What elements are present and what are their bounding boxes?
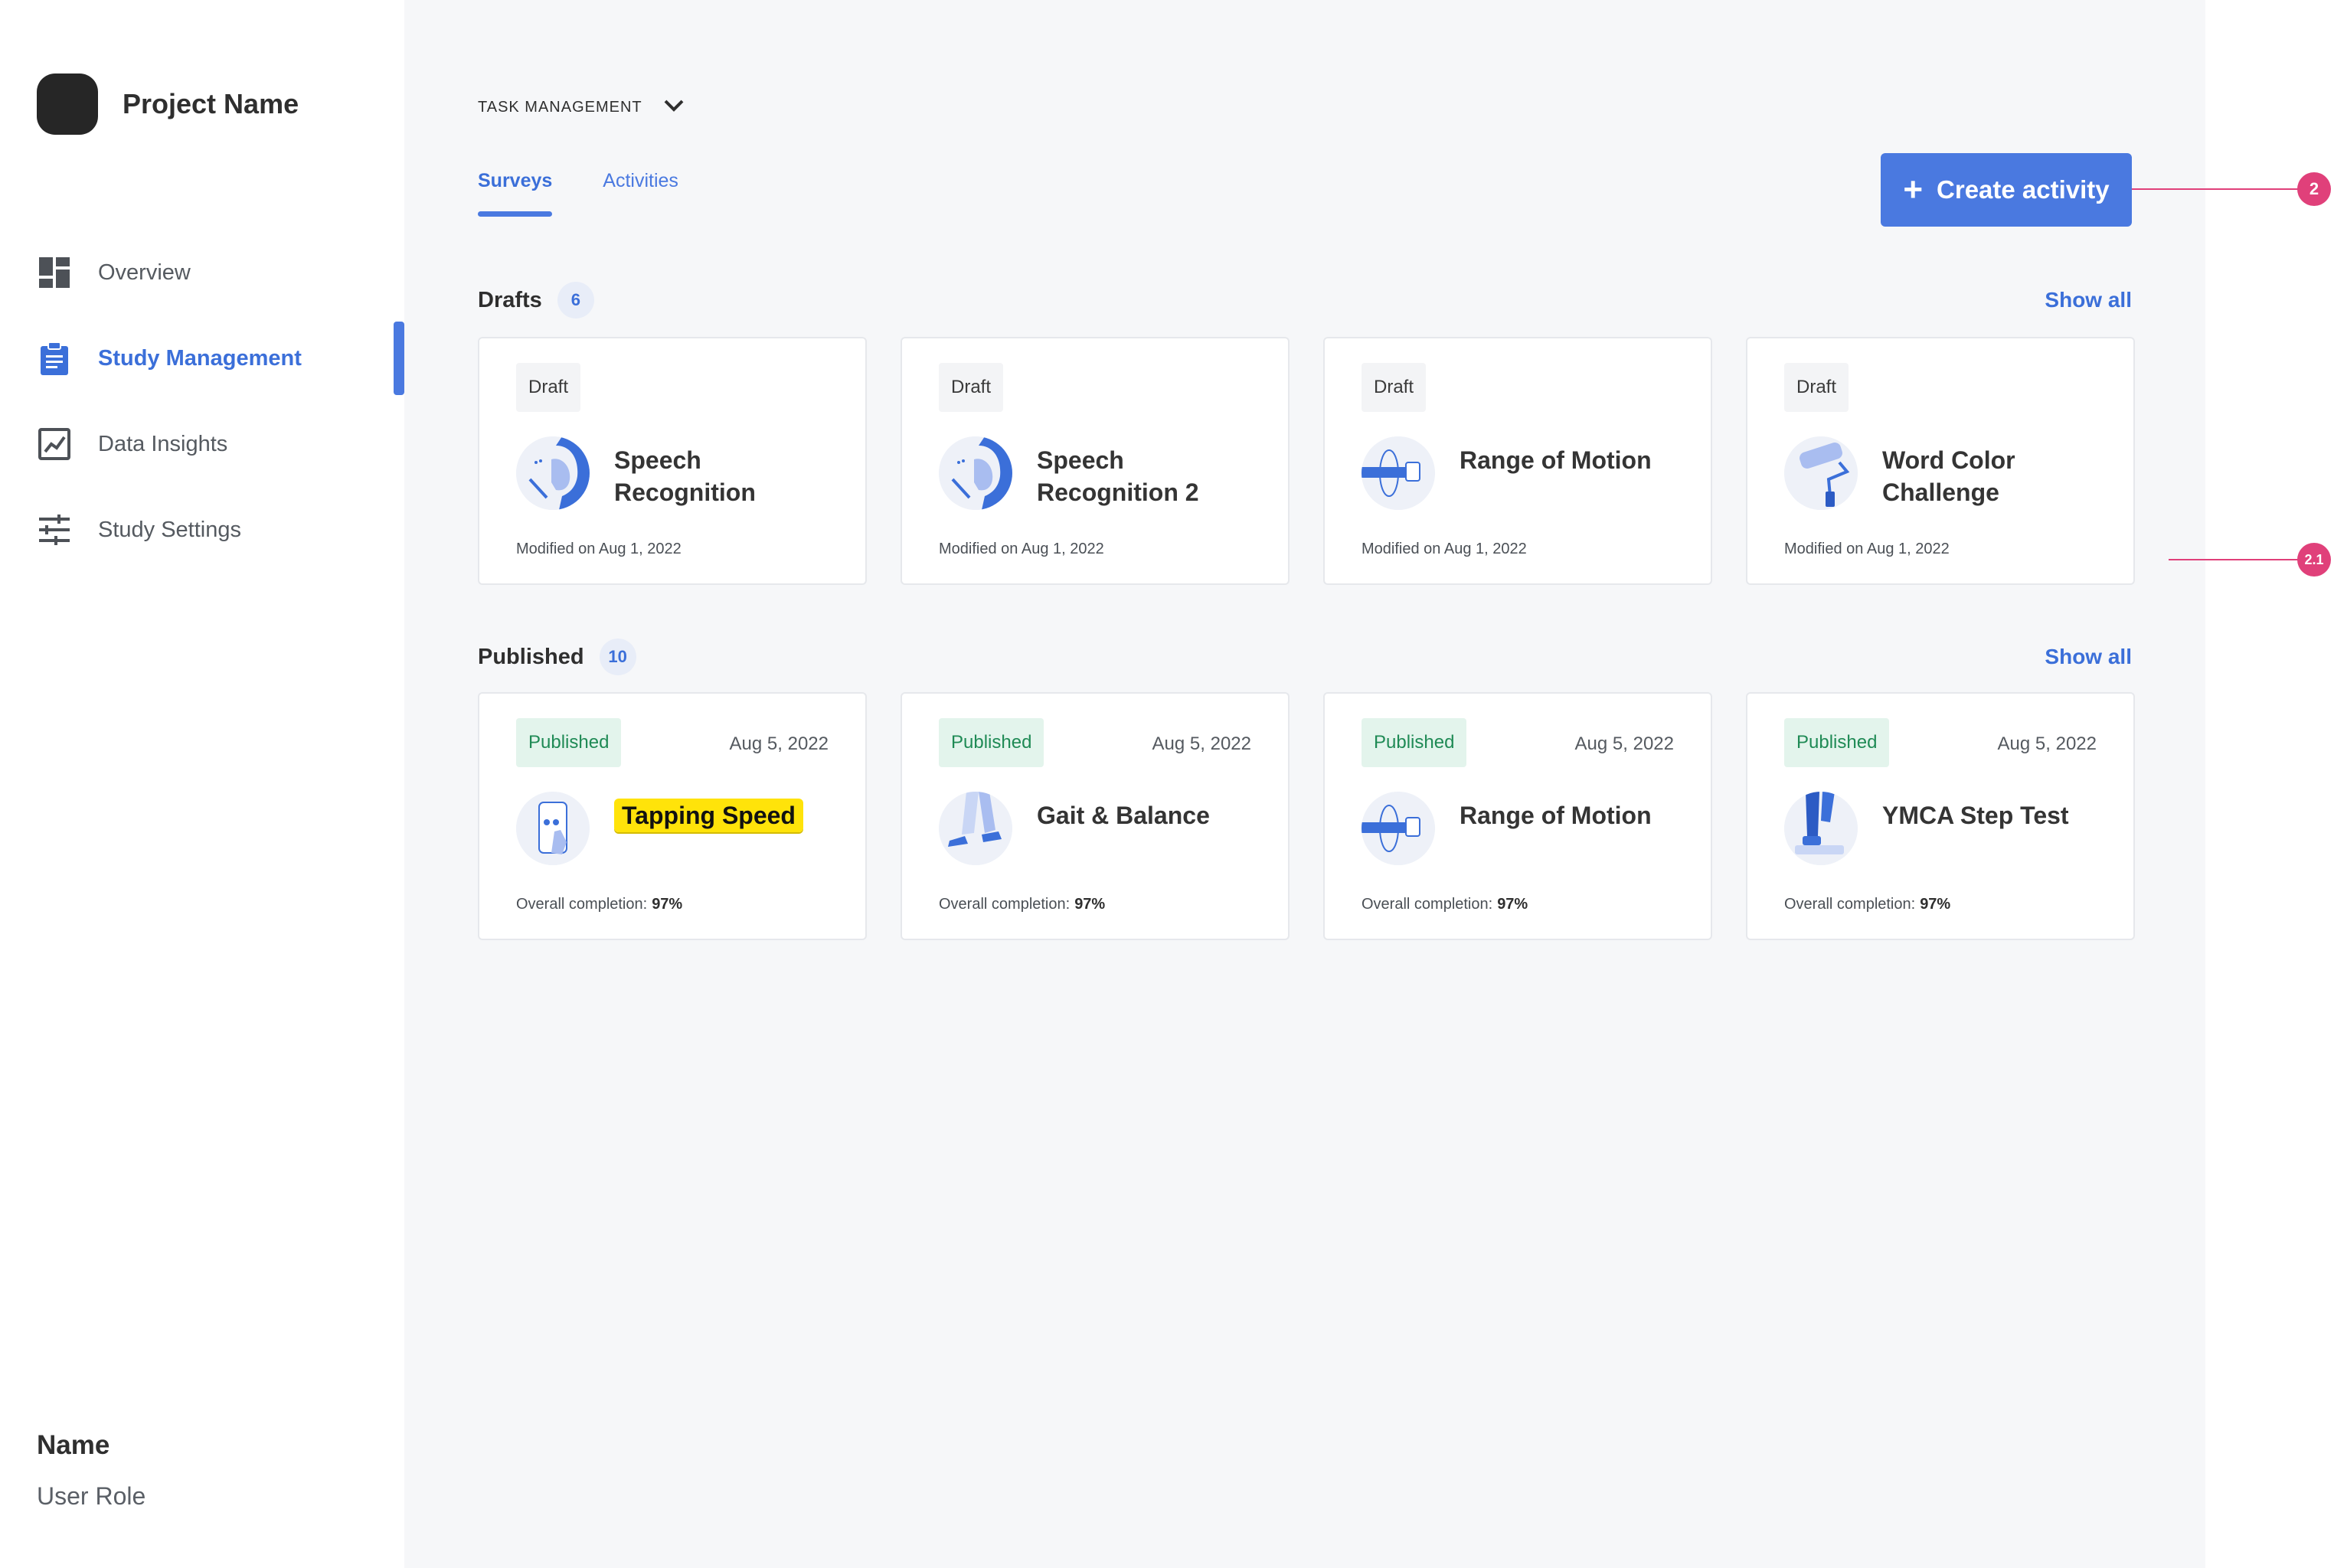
draft-card-speech-recognition[interactable]: Draft Speech Recognition Modified on Aug… [478, 337, 867, 585]
drafts-count-badge: 6 [557, 282, 594, 318]
tab-surveys[interactable]: Surveys [478, 170, 553, 217]
dashboard-icon [37, 255, 72, 290]
published-count-badge: 10 [599, 639, 636, 675]
completion-value: 97% [1920, 896, 1951, 913]
completion-label: Overall completion: [1784, 896, 1916, 913]
completion-value: 97% [652, 896, 683, 913]
annotation-line [2169, 559, 2300, 560]
tab-activities[interactable]: Activities [603, 170, 678, 209]
annotation-marker: 2.1 [2297, 543, 2331, 577]
speech-icon [516, 436, 590, 510]
completion-value: 97% [1497, 896, 1528, 913]
sidebar-item-label: Study Management [98, 345, 302, 371]
card-completion: Overall completion: 97% [1784, 896, 1950, 913]
active-indicator [394, 322, 404, 395]
user-profile[interactable]: Name User Role [37, 1430, 145, 1511]
card-title: Speech Recognition 2 [1037, 446, 1199, 506]
tapping-phone-icon [516, 792, 590, 865]
create-activity-label: Create activity [1937, 175, 2110, 204]
draft-card-word-color-challenge[interactable]: Draft Word Color Challenge Modified on A… [1746, 337, 2135, 585]
card-completion: Overall completion: 97% [1362, 896, 1528, 913]
sidebar-item-data-insights[interactable]: Data Insights [0, 401, 404, 487]
status-badge: Draft [516, 363, 581, 412]
card-completion: Overall completion: 97% [939, 896, 1105, 913]
published-title: Published [478, 644, 584, 669]
walking-legs-icon [939, 792, 1012, 865]
completion-label: Overall completion: [1362, 896, 1493, 913]
drafts-title: Drafts [478, 287, 542, 312]
sidebar: Project Name Overview Study Management D… [0, 0, 404, 1568]
card-title: Speech Recognition [614, 446, 756, 506]
card-title: Tapping Speed [614, 799, 844, 832]
completion-label: Overall completion: [516, 896, 648, 913]
card-date: Aug 5, 2022 [729, 733, 829, 754]
published-card-ymca-step-test[interactable]: Published Aug 5, 2022 YMCA Step Test Ove… [1746, 692, 2135, 940]
published-card-list: Published Aug 5, 2022 Tapping Speed Over… [478, 692, 2135, 940]
card-date: Aug 5, 2022 [1152, 733, 1251, 754]
card-modified-date: Modified on Aug 1, 2022 [516, 541, 682, 557]
sidebar-item-label: Overview [98, 260, 191, 285]
project-name: Project Name [123, 88, 299, 119]
published-header: Published 10 Show all [478, 639, 2132, 675]
status-badge: Published [1362, 718, 1467, 767]
status-badge: Published [939, 718, 1044, 767]
brand[interactable]: Project Name [37, 74, 299, 135]
completion-value: 97% [1074, 896, 1106, 913]
status-badge: Draft [1362, 363, 1427, 412]
status-badge: Published [516, 718, 622, 767]
sidebar-item-study-settings[interactable]: Study Settings [0, 487, 404, 573]
step-test-icon [1784, 792, 1858, 865]
published-show-all-link[interactable]: Show all [2045, 645, 2132, 669]
status-badge: Draft [939, 363, 1004, 412]
chevron-down-icon [662, 98, 685, 117]
main-content: TASK MANAGEMENT Surveys Activities + Cre… [404, 0, 2205, 1568]
card-date: Aug 5, 2022 [1574, 733, 1674, 754]
paint-roller-icon [1784, 436, 1858, 510]
draft-card-range-of-motion[interactable]: Draft Range of Motion Modified on Aug 1,… [1323, 337, 1712, 585]
sidebar-item-label: Data Insights [98, 431, 228, 456]
drafts-card-list: Draft Speech Recognition Modified on Aug… [478, 337, 2135, 585]
status-badge: Draft [1784, 363, 1849, 412]
card-modified-date: Modified on Aug 1, 2022 [1362, 541, 1527, 557]
chart-icon [37, 426, 72, 462]
annotation-marker: 2 [2297, 172, 2331, 206]
drafts-header: Drafts 6 Show all [478, 282, 2132, 318]
breadcrumb-dropdown[interactable]: TASK MANAGEMENT [478, 98, 685, 117]
user-role: User Role [37, 1482, 146, 1510]
drafts-show-all-link[interactable]: Show all [2045, 288, 2132, 312]
card-title: Range of Motion [1460, 802, 1652, 829]
card-completion: Overall completion: 97% [516, 896, 682, 913]
annotation-line [2132, 188, 2300, 190]
sidebar-item-overview[interactable]: Overview [0, 230, 404, 315]
card-title: Range of Motion [1460, 446, 1652, 474]
create-activity-button[interactable]: + Create activity [1881, 153, 2132, 227]
card-date: Aug 5, 2022 [1997, 733, 2097, 754]
sliders-icon [37, 512, 72, 547]
speech-icon [939, 436, 1012, 510]
status-badge: Published [1784, 718, 1890, 767]
sidebar-item-label: Study Settings [98, 517, 241, 542]
breadcrumb-label: TASK MANAGEMENT [478, 99, 642, 116]
card-title: Word Color Challenge [1882, 446, 2015, 506]
range-of-motion-icon [1362, 436, 1435, 510]
card-title: YMCA Step Test [1882, 802, 2069, 829]
card-modified-date: Modified on Aug 1, 2022 [939, 541, 1104, 557]
sidebar-nav: Overview Study Management Data Insights … [0, 230, 404, 573]
published-card-tapping-speed[interactable]: Published Aug 5, 2022 Tapping Speed Over… [478, 692, 867, 940]
completion-label: Overall completion: [939, 896, 1071, 913]
highlighted-title: Tapping Speed [614, 799, 803, 832]
tab-bar: Surveys Activities [478, 170, 729, 217]
sidebar-item-study-management[interactable]: Study Management [0, 315, 404, 401]
plus-icon: + [1903, 171, 1924, 208]
draft-card-speech-recognition-2[interactable]: Draft Speech Recognition 2 Modified on A… [901, 337, 1290, 585]
project-logo [37, 74, 98, 135]
card-modified-date: Modified on Aug 1, 2022 [1784, 541, 1950, 557]
published-card-range-of-motion[interactable]: Published Aug 5, 2022 Range of Motion Ov… [1323, 692, 1712, 940]
published-card-gait-balance[interactable]: Published Aug 5, 2022 Gait & Balance Ove… [901, 692, 1290, 940]
clipboard-icon [37, 341, 72, 376]
user-name: Name [37, 1430, 110, 1460]
range-of-motion-icon [1362, 792, 1435, 865]
card-title: Gait & Balance [1037, 802, 1210, 829]
